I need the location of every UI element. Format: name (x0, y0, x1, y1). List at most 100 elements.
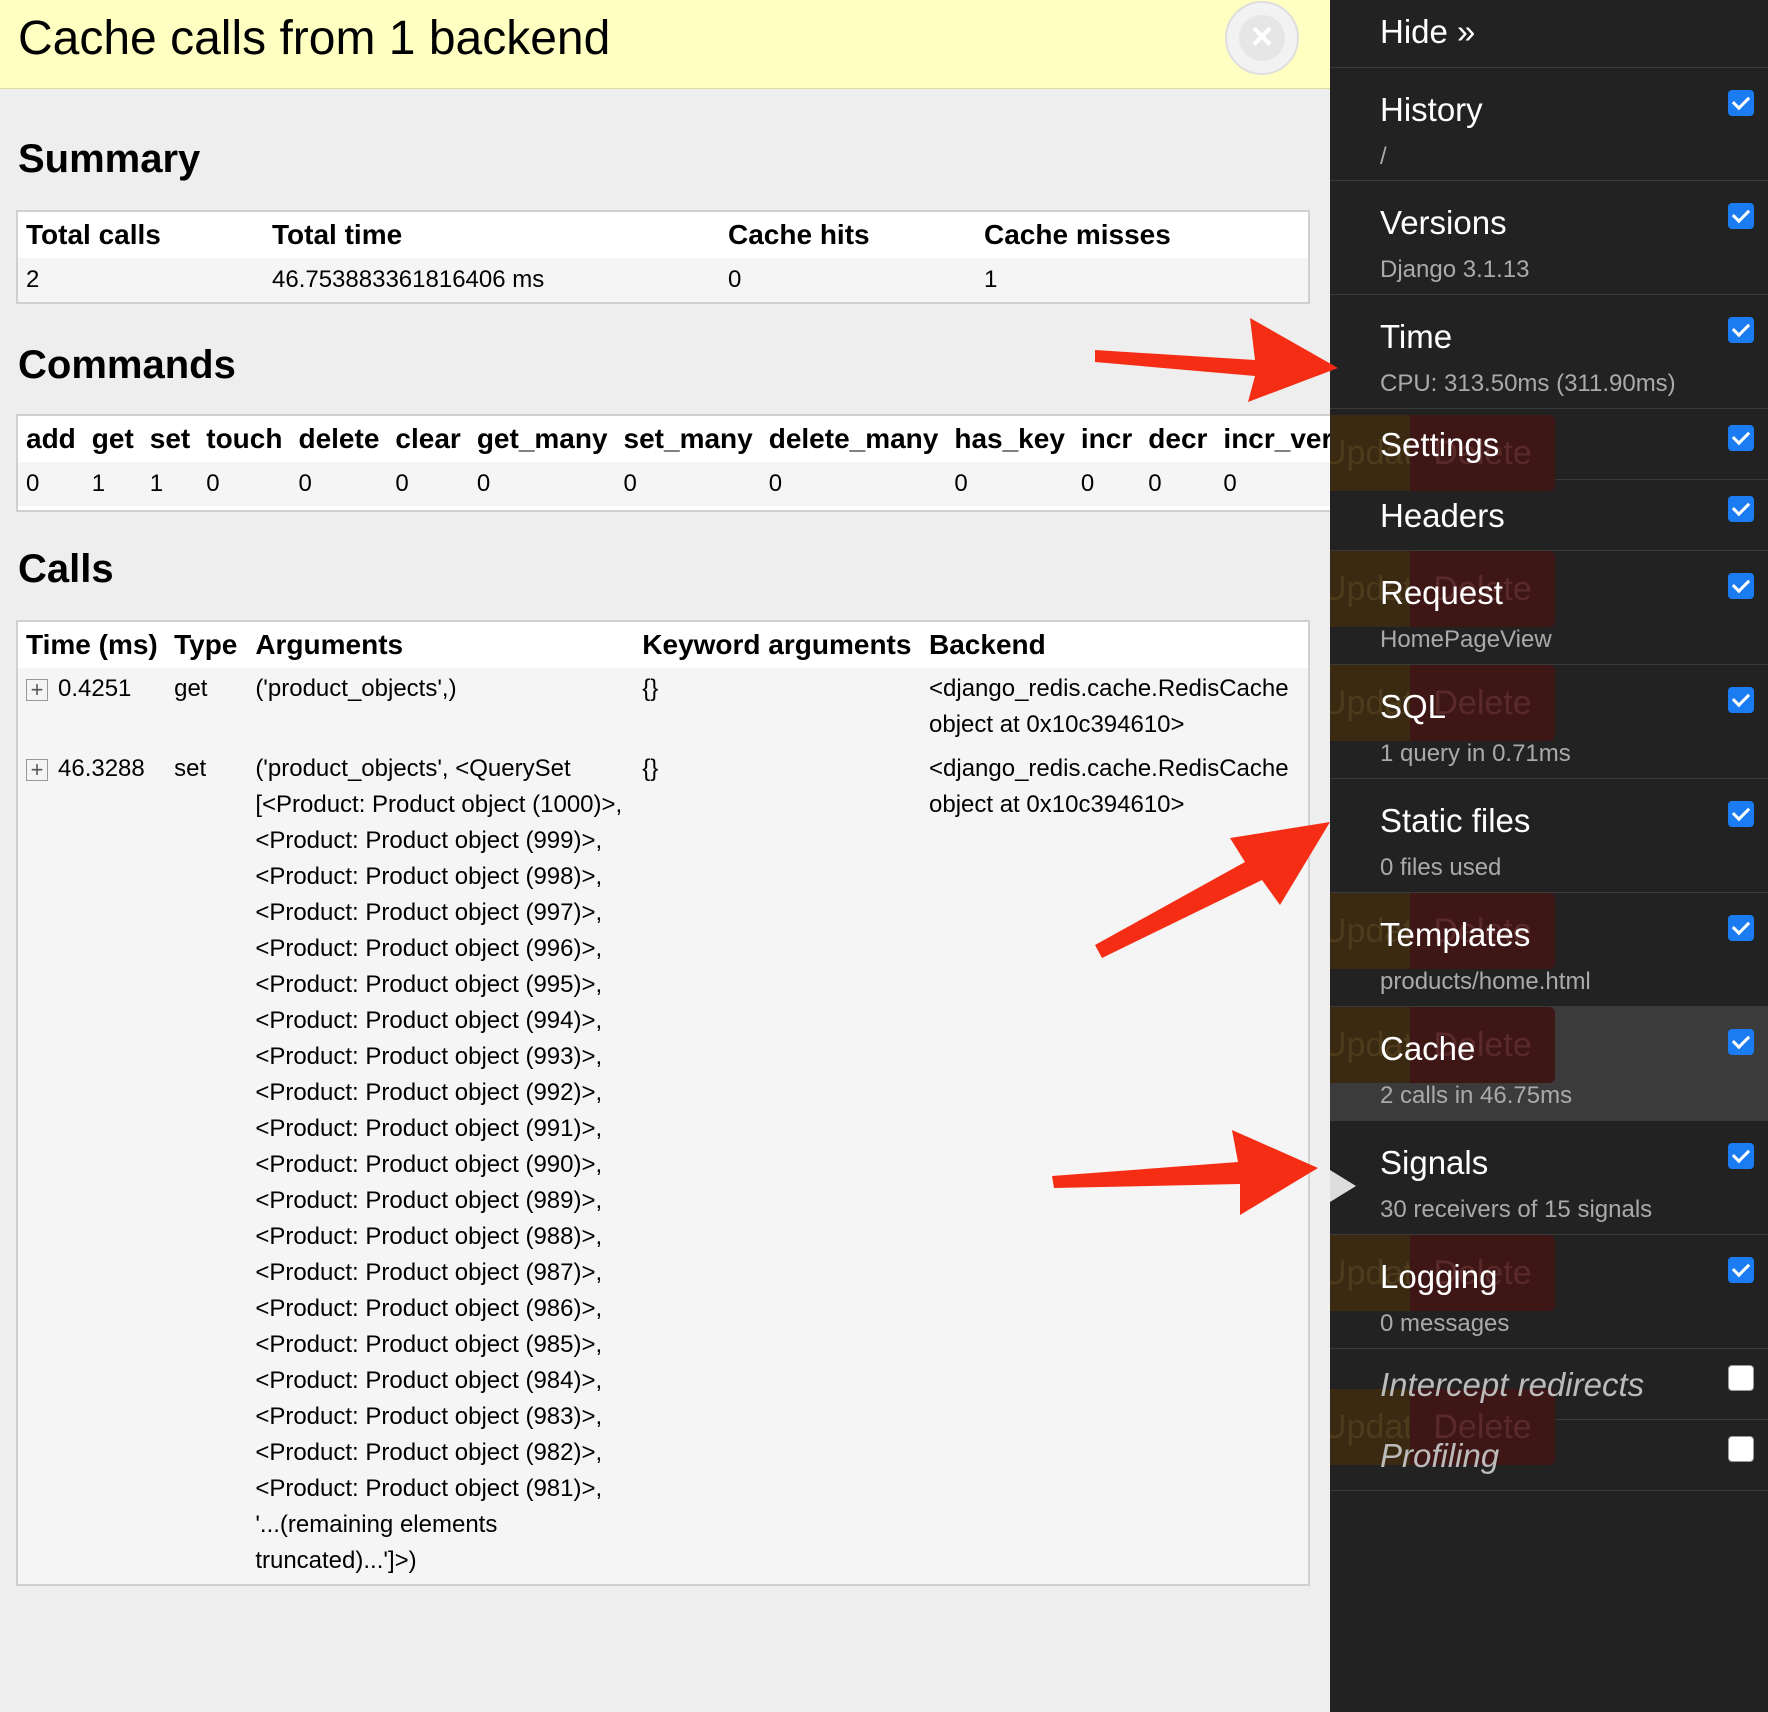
summary-header: Total time (272, 219, 403, 250)
toolbar-item-static-files[interactable]: Static files 0 files used (1330, 779, 1768, 893)
command-count: 0 (290, 462, 388, 506)
command-header: get_many (476, 423, 608, 454)
toolbar-item-title: Time (1380, 318, 1453, 355)
command-count: 0 (1215, 462, 1330, 506)
command-header: delete_many (768, 423, 939, 454)
time-value: 46.3288 (58, 755, 145, 782)
command-count: 1 (141, 462, 199, 506)
calls-heading: Calls (18, 547, 114, 591)
toolbar-item-title: Cache (1380, 1030, 1476, 1067)
command-count: 1 (83, 462, 142, 506)
close-button[interactable]: × (1225, 1, 1299, 75)
command-header: add (26, 423, 76, 454)
panel-toggle-checkbox[interactable] (1728, 1143, 1754, 1169)
toolbar-item-title: Profiling (1380, 1437, 1500, 1474)
panel-toggle-checkbox[interactable] (1728, 801, 1754, 827)
backend-cell: <django_redis.cache.RedisCache object at… (921, 748, 1308, 1584)
toolbar-item-title: Intercept redirects (1380, 1366, 1645, 1403)
toolbar-item-profiling[interactable]: Profiling (1330, 1420, 1768, 1491)
hide-toolbar-link[interactable]: Hide » (1380, 12, 1475, 52)
panel-toggle-checkbox[interactable] (1728, 1436, 1754, 1462)
panel-toggle-checkbox[interactable] (1728, 1365, 1754, 1391)
calls-table: Time (ms) Type Arguments Keyword argumen… (16, 620, 1310, 1586)
command-header: incr (1080, 423, 1133, 454)
command-count: 0 (387, 462, 469, 506)
toolbar-item-time[interactable]: Time CPU: 313.50ms (311.90ms) (1330, 295, 1768, 409)
hide-row: Hide » (1330, 0, 1768, 68)
summary-cell: 2 (18, 258, 264, 302)
panel-toggle-checkbox[interactable] (1728, 317, 1754, 343)
panel-toggle-checkbox[interactable] (1728, 425, 1754, 451)
table-row: +0.4251 get ('product_objects',) {} <dja… (18, 668, 1308, 748)
debug-toolbar: Hide » History / Versions Django 3.1.13 Time… (1330, 0, 1768, 1712)
toolbar-item-subtitle: 0 messages (1380, 1310, 1510, 1337)
summary-cell: 0 (720, 258, 976, 302)
close-icon: × (1239, 15, 1285, 61)
toolbar-item-cache[interactable]: UpdateDeleteCache2 calls in 46.75ms (1330, 1007, 1768, 1121)
panel-toggle-checkbox[interactable] (1728, 573, 1754, 599)
toolbar-item-signals[interactable]: Signals 30 receivers of 15 signals (1330, 1121, 1768, 1235)
command-count: 0 (1072, 462, 1141, 506)
time-cell: +46.3288 (18, 748, 167, 1584)
arguments-cell: ('product_objects', <QuerySet [<Product:… (247, 748, 635, 1584)
toolbar-item-headers[interactable]: Headers (1330, 480, 1768, 551)
command-header: touch (206, 423, 283, 454)
commands-table-wrapper: add get set touch delete clear get_many set_man… (16, 414, 1332, 512)
panel-title: Cache calls from 1 backend (18, 12, 611, 65)
panel-toggle-checkbox[interactable] (1728, 90, 1754, 116)
toolbar-item-title: Static files (1380, 802, 1531, 839)
type-cell: get (166, 668, 248, 748)
summary-cell: 46.753883361816406 ms (264, 258, 720, 302)
expand-toggle-icon[interactable]: + (26, 678, 48, 701)
expand-toggle-icon[interactable]: + (26, 758, 48, 781)
toolbar-item-title: Headers (1380, 497, 1505, 534)
toolbar-item-title: Settings (1380, 426, 1500, 463)
toolbar-item-title: Signals (1380, 1144, 1489, 1181)
summary-cell: 1 (976, 258, 1308, 302)
toolbar-item-sql[interactable]: UpdateDeleteSQL1 query in 0.71ms (1330, 665, 1768, 779)
summary-header: Total calls (26, 219, 161, 250)
summary-table: Total calls Total time Cache hits Cache … (16, 210, 1310, 304)
toolbar-item-subtitle: / (1380, 143, 1387, 170)
toolbar-item-settings[interactable]: UpdateDeleteSettings (1330, 409, 1768, 491)
toolbar-item-subtitle: products/home.html (1380, 968, 1591, 995)
panel-toggle-checkbox[interactable] (1728, 1029, 1754, 1055)
command-header: decr (1148, 423, 1208, 454)
type-cell: set (166, 748, 248, 1584)
toolbar-item-request[interactable]: UpdateDeleteRequestHomePageView (1330, 551, 1768, 665)
commands-table: add get set touch delete clear get_many set_man… (18, 416, 1330, 506)
panel-toggle-checkbox[interactable] (1728, 496, 1754, 522)
command-header: incr_version (1223, 423, 1330, 454)
toolbar-item-history[interactable]: History / (1330, 68, 1768, 181)
arguments-cell: ('product_objects',) (247, 668, 635, 748)
time-value: 0.4251 (58, 675, 132, 702)
active-panel-indicator-icon (1330, 1170, 1356, 1202)
backend-cell: <django_redis.cache.RedisCache object at… (921, 668, 1308, 748)
table-row: 2 46.753883361816406 ms 0 1 (18, 258, 1308, 302)
command-header: get (91, 423, 134, 454)
command-header: has_key (954, 423, 1065, 454)
command-count: 0 (760, 462, 947, 506)
toolbar-item-subtitle: 30 receivers of 15 signals (1380, 1196, 1653, 1223)
summary-header: Cache misses (984, 219, 1171, 250)
toolbar-item-title: Request (1380, 574, 1503, 611)
panel-toggle-checkbox[interactable] (1728, 915, 1754, 941)
calls-header: Type (174, 629, 238, 660)
toolbar-item-title: Templates (1380, 916, 1531, 953)
toolbar-item-subtitle: HomePageView (1380, 626, 1552, 653)
commands-heading: Commands (18, 343, 236, 387)
panel-toggle-checkbox[interactable] (1728, 1257, 1754, 1283)
toolbar-item-versions[interactable]: Versions Django 3.1.13 (1330, 181, 1768, 295)
toolbar-item-subtitle: CPU: 313.50ms (311.90ms) (1380, 370, 1676, 397)
toolbar-item-intercept-redirects[interactable]: UpdateDeleteIntercept redirects (1330, 1349, 1768, 1465)
command-header: set (149, 423, 191, 454)
panel-toggle-checkbox[interactable] (1728, 203, 1754, 229)
calls-header: Time (ms) (26, 629, 158, 660)
panel-toggle-checkbox[interactable] (1728, 687, 1754, 713)
toolbar-item-logging[interactable]: UpdateDeleteLogging0 messages (1330, 1235, 1768, 1349)
toolbar-item-templates[interactable]: UpdateDeleteTemplatesproducts/home.html (1330, 893, 1768, 1007)
kwargs-cell: {} (634, 748, 921, 1584)
toolbar-item-title: History (1380, 91, 1483, 128)
command-count: 0 (198, 462, 291, 506)
cache-panel: Cache calls from 1 backend × Summary Tot… (0, 0, 1332, 1712)
